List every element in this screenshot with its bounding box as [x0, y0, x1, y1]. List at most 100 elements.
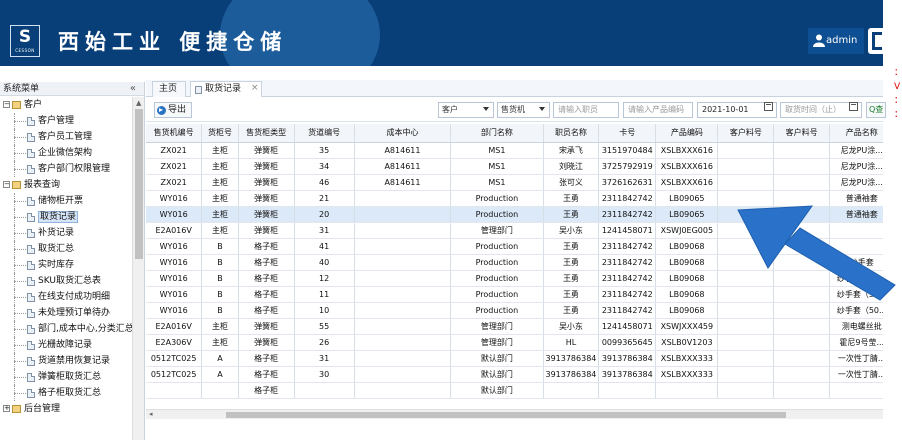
- tab-home[interactable]: 主页: [152, 81, 186, 97]
- sidebar-collapse-button[interactable]: «: [130, 82, 136, 96]
- column-header[interactable]: 产品编码: [655, 124, 719, 143]
- sidebar-item[interactable]: 补货记录: [0, 225, 132, 241]
- table-cell: A: [201, 366, 239, 383]
- column-header[interactable]: 部门名称: [450, 124, 544, 143]
- table-cell: [354, 366, 452, 383]
- table-row[interactable]: 格子柜 默认部门: [146, 382, 883, 399]
- sidebar-item[interactable]: 企业微信架构: [0, 145, 132, 161]
- sidebar-item[interactable]: 储物柜开票: [0, 193, 132, 209]
- table-row[interactable]: 0512TC025 A 格子柜 31 默认部门 3913786384 3913786384 X…: [146, 350, 883, 367]
- logo-sub: CESSON: [15, 48, 35, 53]
- table-cell: [201, 382, 239, 399]
- column-header[interactable]: 成本中心: [354, 124, 452, 143]
- table-row[interactable]: E2A016V 主柜 弹簧柜 55 管理部门 吴小东 1241458071 XSWJXXX45…: [146, 318, 883, 335]
- table-row[interactable]: E2A306V 主柜 弹簧柜 26 管理部门 HL 0099365645 XSLB0V1203…: [146, 334, 883, 351]
- table-cell: 纱手套: [829, 254, 883, 271]
- horizontal-scrollbar[interactable]: ◂: [146, 409, 883, 419]
- product-code-input[interactable]: 请输入产品编码: [623, 102, 693, 118]
- column-header[interactable]: 卡号: [598, 124, 657, 143]
- sidebar-item[interactable]: 弹簧柜取货汇总: [0, 369, 132, 385]
- sidebar-scrollbar[interactable]: ▲: [132, 97, 144, 440]
- export-button[interactable]: 导出: [154, 102, 192, 118]
- table-cell: 宋承飞: [543, 142, 600, 159]
- page-icon: [27, 149, 35, 158]
- column-header[interactable]: 客户料号: [717, 124, 775, 143]
- table-row[interactable]: WY016 B 格子柜 11 Production 王勇 2311842742 LB09068…: [146, 286, 883, 303]
- column-header[interactable]: 售货柜类型: [238, 124, 295, 143]
- table-cell: [829, 238, 883, 255]
- search-button[interactable]: Q查: [866, 102, 886, 118]
- table-cell: [717, 302, 775, 319]
- tab-home-label: 主页: [159, 84, 178, 94]
- table-row[interactable]: E2A016V 主柜 弹簧柜 31 管理部门 吴小东 1241458071 XSWJ0EG00…: [146, 222, 883, 239]
- table-row[interactable]: 0512TC025 A 格子柜 30 默认部门 3913786384 3913786384 X…: [146, 366, 883, 383]
- calendar-icon[interactable]: [849, 102, 858, 111]
- sidebar-item[interactable]: 未处理预订单待办: [0, 305, 132, 321]
- table-cell: [598, 382, 657, 399]
- sidebar-item[interactable]: 在线支付成功明细: [0, 289, 132, 305]
- scroll-up-icon[interactable]: ▲: [136, 99, 141, 107]
- sidebar-group[interactable]: − 客户: [0, 97, 132, 113]
- sidebar-item-label: 光栅故障记录: [38, 340, 93, 350]
- sidebar-item[interactable]: 货道禁用恢复记录: [0, 353, 132, 369]
- column-header[interactable]: 职员名称: [543, 124, 600, 143]
- table-row[interactable]: ZX021 主柜 弹簧柜 34 A814611 MS1 刘晓江 3725792919 XSLBX…: [146, 158, 883, 175]
- tab-bar: 主页 取货记录 ×: [146, 80, 883, 97]
- table-row[interactable]: WY016 B 格子柜 12 Production 王勇 2311842742 LB09068…: [146, 270, 883, 287]
- tab-pickup-records[interactable]: 取货记录 ×: [190, 81, 262, 97]
- column-header[interactable]: 货柜号: [201, 124, 239, 143]
- page-icon: [27, 277, 35, 286]
- table-row[interactable]: WY016 B 格子柜 41 Production 王勇 2311842742 LB09068…: [146, 238, 883, 255]
- sidebar-group[interactable]: − 报表查询: [0, 177, 132, 193]
- sidebar-item[interactable]: 客户管理: [0, 113, 132, 129]
- table-row[interactable]: ZX021 主柜 弹簧柜 35 A814611 MS1 宋承飞 3151970484 XSLBX…: [146, 142, 883, 159]
- sidebar-item-label: 弹簧柜取货汇总: [38, 372, 102, 382]
- sidebar-item[interactable]: 取货汇总: [0, 241, 132, 257]
- table-row[interactable]: WY016 主柜 弹簧柜 20 Production 王勇 2311842742 LB0906…: [146, 206, 883, 223]
- column-header[interactable]: 货道编号: [294, 124, 355, 143]
- sidebar-scroll-thumb[interactable]: [135, 109, 143, 259]
- sidebar-item[interactable]: SKU取货汇总表: [0, 273, 132, 289]
- table-cell: 一次性丁腈...: [829, 366, 883, 383]
- table-cell: [717, 142, 775, 159]
- sidebar-item[interactable]: 光栅故障记录: [0, 337, 132, 353]
- collapse-icon[interactable]: −: [3, 181, 10, 188]
- sidebar-item-label: 未处理预订单待办: [38, 308, 111, 318]
- machine-select[interactable]: 售货机: [497, 102, 550, 118]
- logout-button[interactable]: [868, 28, 883, 54]
- table-row[interactable]: WY016 B 格子柜 10 Production 王勇 2311842742 LB09068…: [146, 302, 883, 319]
- table-row[interactable]: WY016 主柜 弹簧柜 21 Production 王勇 2311842742 LB0906…: [146, 190, 883, 207]
- customer-select[interactable]: 客户: [438, 102, 494, 118]
- user-button[interactable]: admin: [808, 28, 864, 54]
- column-header[interactable]: 客户料号: [773, 124, 831, 143]
- table-cell: 王勇: [543, 270, 600, 287]
- scroll-left-icon[interactable]: ◂: [149, 410, 153, 418]
- collapse-icon[interactable]: −: [3, 101, 10, 108]
- sidebar-item[interactable]: 客户员工管理: [0, 129, 132, 145]
- sidebar-item[interactable]: 取货记录: [0, 209, 132, 225]
- sidebar-item[interactable]: 实时库存: [0, 257, 132, 273]
- table-cell: 弹簧柜: [238, 222, 295, 239]
- sidebar-item[interactable]: 部门,成本中心,分类汇总: [0, 321, 134, 337]
- sidebar-group[interactable]: + 后台管理: [0, 401, 132, 417]
- table-cell: XSLBXXX333: [655, 350, 719, 367]
- sidebar-item[interactable]: 格子柜取货汇总: [0, 385, 132, 401]
- tab-close-icon[interactable]: ×: [251, 81, 259, 96]
- staff-input[interactable]: 请输入职员: [553, 102, 619, 118]
- calendar-icon[interactable]: [764, 102, 773, 111]
- table-cell: B: [201, 254, 239, 271]
- toolbar: 导出 客户 售货机 请输入职员 请输入产品编码 2021-10-01 取货时间（…: [146, 98, 886, 122]
- table-row[interactable]: WY016 B 格子柜 40 Production 王勇 2311842742 LB09068…: [146, 254, 883, 271]
- table-cell: B: [201, 270, 239, 287]
- column-header[interactable]: 售货机编号: [146, 124, 203, 143]
- horizontal-scroll-thumb[interactable]: [226, 412, 786, 418]
- table-cell: 格子柜: [238, 366, 295, 383]
- sidebar-item[interactable]: 客户部门权限管理: [0, 161, 132, 177]
- table-cell: [773, 174, 831, 191]
- table-cell: XSLBXXX616: [655, 158, 719, 175]
- column-header[interactable]: 产品名称: [829, 124, 883, 143]
- sidebar-item-label: 补货记录: [38, 228, 75, 238]
- expand-icon[interactable]: +: [3, 405, 10, 412]
- table-cell: 王勇: [543, 238, 600, 255]
- table-row[interactable]: ZX021 主柜 弹簧柜 46 A814611 MS1 张可义 3726162631 XSLBX…: [146, 174, 883, 191]
